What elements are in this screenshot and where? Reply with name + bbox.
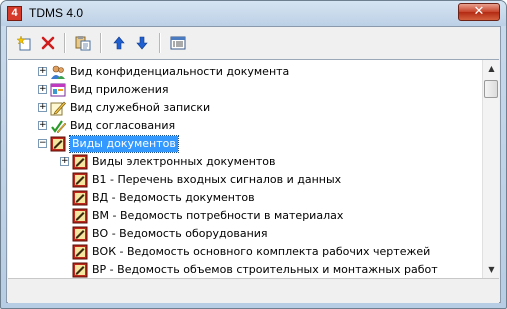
document-type-icon: [72, 226, 88, 242]
tree-node-label[interactable]: ВО - Ведомость оборудования: [92, 225, 268, 243]
document-type-icon: [72, 262, 88, 278]
move-up-button[interactable]: [109, 33, 129, 53]
toolbar-separator: [159, 33, 161, 53]
document-type-icon: [50, 136, 66, 152]
tree-node[interactable]: + Вид согласования: [8, 117, 482, 135]
tree-node-label[interactable]: ВР - Ведомость объемов строительных и мо…: [92, 261, 438, 278]
tree-node[interactable]: − Виды документов: [8, 135, 482, 153]
vertical-scrollbar[interactable]: ▲ ▼: [482, 60, 499, 278]
document-type-icon: [72, 244, 88, 260]
toolbar-separator: [100, 33, 102, 53]
expand-toggle-icon[interactable]: +: [38, 121, 47, 130]
tdms-logo-icon: 4: [7, 6, 22, 21]
toolbar: [7, 27, 500, 59]
delete-button[interactable]: [38, 33, 58, 53]
tree-node[interactable]: + Вид приложения: [8, 81, 482, 99]
new-object-button[interactable]: [15, 33, 35, 53]
tree-panel: + Вид конфиденциальности документа + Вид пр…: [8, 59, 499, 278]
tree-node[interactable]: В1 - Перечень входных сигналов и данных: [8, 171, 482, 189]
tree-node[interactable]: + Вид служебной записки: [8, 99, 482, 117]
tree-node[interactable]: + Вид конфиденциальности документа: [8, 63, 482, 81]
move-down-button[interactable]: [132, 33, 152, 53]
tree-node[interactable]: ВР - Ведомость объемов строительных и мо…: [8, 261, 482, 278]
scroll-thumb[interactable]: [484, 80, 498, 98]
scroll-up-arrow[interactable]: ▲: [485, 62, 498, 75]
document-type-icon: [72, 208, 88, 224]
tree-node-label[interactable]: ВМ - Ведомость потребности в материалах: [92, 207, 343, 225]
tree-node-label[interactable]: Виды документов: [69, 135, 179, 153]
list-window-icon: [170, 36, 186, 50]
document-type-icon: [72, 154, 88, 170]
title-bar[interactable]: 4 TDMS 4.0 ✕: [1, 1, 506, 26]
tree-node-label[interactable]: ВОК - Ведомость основного комплекта рабо…: [92, 243, 430, 261]
tree-node[interactable]: ВД - Ведомость документов: [8, 189, 482, 207]
checkmark-pen-icon: [51, 120, 66, 134]
object-tree[interactable]: + Вид конфиденциальности документа + Вид пр…: [8, 60, 482, 278]
arrow-down-icon: [136, 36, 148, 50]
expand-toggle-icon[interactable]: +: [38, 103, 47, 112]
client-area: + Вид конфиденциальности документа + Вид пр…: [6, 26, 501, 303]
tree-node[interactable]: ВОК - Ведомость основного комплекта рабо…: [8, 243, 482, 261]
status-area: [8, 278, 499, 303]
arrow-up-icon: [113, 36, 125, 50]
collapse-toggle-icon[interactable]: −: [38, 139, 47, 148]
toolbar-separator: [64, 33, 66, 53]
app-window: 4 TDMS 4.0 ✕ + Вид конфиденциальности до…: [0, 0, 507, 309]
new-star-icon: [17, 35, 31, 51]
window-title: TDMS 4.0: [29, 6, 84, 20]
tree-node-label[interactable]: В1 - Перечень входных сигналов и данных: [92, 171, 341, 189]
tree-node[interactable]: ВО - Ведомость оборудования: [8, 225, 482, 243]
tree-node-label[interactable]: ВД - Ведомость документов: [92, 189, 255, 207]
document-type-icon: [72, 190, 88, 206]
properties-button[interactable]: [168, 33, 188, 53]
app-window-icon: [50, 83, 66, 97]
expand-toggle-icon[interactable]: +: [60, 157, 69, 166]
pencil-note-icon: [50, 101, 66, 116]
document-type-icon: [72, 172, 88, 188]
close-button[interactable]: ✕: [458, 3, 500, 21]
users-icon: [51, 65, 65, 79]
expand-toggle-icon[interactable]: +: [38, 85, 47, 94]
red-x-icon: [41, 36, 55, 50]
copy-button[interactable]: [73, 33, 93, 53]
clipboard-icon: [75, 36, 91, 51]
tree-node-label[interactable]: Вид служебной записки: [70, 99, 210, 117]
tree-node[interactable]: ВМ - Ведомость потребности в материалах: [8, 207, 482, 225]
tree-node[interactable]: + Виды электронных документов: [8, 153, 482, 171]
tree-node-label[interactable]: Вид приложения: [70, 81, 169, 99]
tree-node-label[interactable]: Вид согласования: [70, 117, 175, 135]
expand-toggle-icon[interactable]: +: [38, 67, 47, 76]
tree-node-label[interactable]: Виды электронных документов: [92, 153, 276, 171]
tree-node-label[interactable]: Вид конфиденциальности документа: [70, 63, 289, 81]
scroll-down-arrow[interactable]: ▼: [485, 263, 498, 276]
